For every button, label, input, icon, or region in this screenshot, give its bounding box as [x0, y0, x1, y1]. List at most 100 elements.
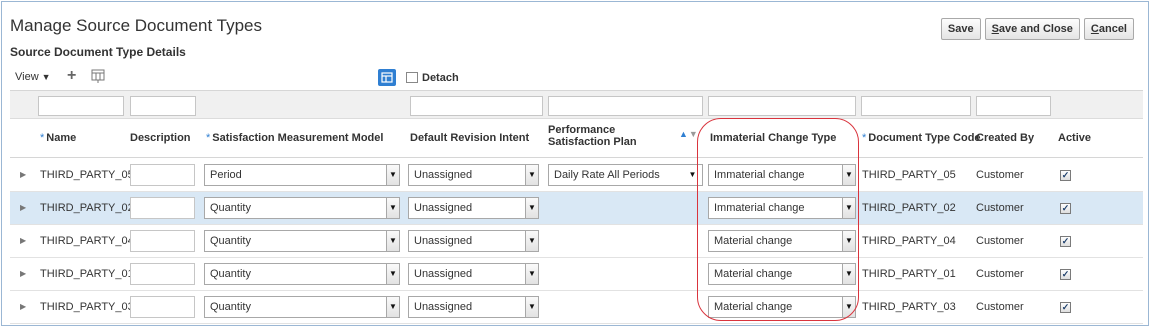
name-cell: THIRD_PARTY_04 — [40, 235, 134, 247]
sort-descending-icon[interactable]: ▼ — [689, 129, 699, 139]
document-type-code-cell: THIRD_PARTY_03 — [862, 301, 956, 313]
immaterial-change-value: Material change — [714, 235, 793, 247]
table-row[interactable]: ▶ THIRD_PARTY_04 Quantity ▼ Unassigned ▼ Mater… — [10, 225, 1143, 258]
description-input[interactable] — [130, 296, 195, 318]
expand-row-icon[interactable]: ▶ — [20, 236, 26, 245]
performance-plan-value: Daily Rate All Periods — [554, 169, 660, 181]
filter-immaterial-change-input[interactable] — [708, 96, 856, 116]
revision-intent-select[interactable]: Unassigned ▼ — [408, 197, 539, 219]
dropdown-arrow-icon[interactable]: ▼ — [842, 231, 855, 251]
header-active[interactable]: Active — [1058, 132, 1091, 144]
satisfaction-model-value: Period — [210, 169, 242, 181]
header-satisfaction-model-label: Satisfaction Measurement Model — [212, 132, 384, 144]
filter-performance-plan-input[interactable] — [548, 96, 703, 116]
dropdown-arrow-icon[interactable]: ▼ — [842, 198, 855, 218]
header-revision-intent[interactable]: Default Revision Intent — [410, 132, 529, 144]
table-row[interactable]: ▶ THIRD_PARTY_02 Quantity ▼ Unassigned ▼ Immat… — [10, 192, 1143, 225]
immaterial-change-select[interactable]: Material change ▼ — [708, 296, 856, 318]
active-checkbox[interactable]: ✓ — [1060, 269, 1071, 280]
dropdown-arrow-icon[interactable]: ▼ — [525, 198, 538, 218]
dropdown-arrow-icon[interactable]: ▼ — [525, 231, 538, 251]
filter-document-type-code-input[interactable] — [861, 96, 971, 116]
dropdown-arrow-icon[interactable]: ▼ — [842, 264, 855, 284]
column-headers: * Name Description * Satisfaction Measurem… — [10, 120, 1143, 158]
dropdown-arrow-icon[interactable]: ▼ — [386, 297, 399, 317]
columns-icon[interactable] — [91, 69, 105, 83]
filter-revision-intent-input[interactable] — [410, 96, 543, 116]
dropdown-arrow-icon[interactable]: ▼ — [386, 231, 399, 251]
active-checkbox[interactable]: ✓ — [1060, 302, 1071, 313]
active-checkbox[interactable]: ✓ — [1060, 203, 1071, 214]
immaterial-change-value: Immaterial change — [714, 169, 805, 181]
dropdown-arrow-icon[interactable]: ▼ — [386, 165, 399, 185]
filter-created-by-input[interactable] — [976, 96, 1051, 116]
active-checkbox[interactable]: ✓ — [1060, 170, 1071, 181]
document-type-code-cell: THIRD_PARTY_04 — [862, 235, 956, 247]
filter-name-input[interactable] — [38, 96, 124, 116]
document-type-code-cell: THIRD_PARTY_01 — [862, 268, 956, 280]
cancel-button[interactable]: Cancel — [1083, 18, 1134, 40]
save-button[interactable]: Save — [940, 18, 981, 40]
expand-row-icon[interactable]: ▶ — [20, 203, 26, 212]
expand-row-icon[interactable]: ▶ — [20, 170, 26, 179]
save-and-close-button[interactable]: Save and Close — [984, 18, 1080, 40]
immaterial-change-select[interactable]: Immaterial change ▼ — [708, 164, 856, 186]
dropdown-arrow-icon[interactable]: ▼ — [386, 198, 399, 218]
satisfaction-model-select[interactable]: Quantity ▼ — [204, 197, 400, 219]
dropdown-arrow-icon[interactable]: ▼ — [842, 165, 855, 185]
description-input[interactable] — [130, 230, 195, 252]
revision-intent-select[interactable]: Unassigned ▼ — [408, 263, 539, 285]
description-input[interactable] — [130, 197, 195, 219]
freeze-icon[interactable] — [378, 69, 396, 86]
satisfaction-model-select[interactable]: Quantity ▼ — [204, 230, 400, 252]
dropdown-arrow-icon[interactable]: ▼ — [842, 297, 855, 317]
satisfaction-model-select[interactable]: Period ▼ — [204, 164, 400, 186]
header-name[interactable]: * Name — [40, 132, 76, 144]
filter-description-input[interactable] — [130, 96, 196, 116]
created-by-cell: Customer — [976, 301, 1024, 313]
revision-intent-select[interactable]: Unassigned ▼ — [408, 164, 539, 186]
revision-intent-value: Unassigned — [414, 268, 473, 280]
created-by-cell: Customer — [976, 235, 1024, 247]
revision-intent-select[interactable]: Unassigned ▼ — [408, 296, 539, 318]
header-document-type-code[interactable]: * Document Type Code — [862, 132, 981, 144]
header-description[interactable]: Description — [130, 132, 191, 144]
save-and-close-mnemonic: S — [991, 23, 999, 35]
revision-intent-select[interactable]: Unassigned ▼ — [408, 230, 539, 252]
sort-ascending-icon[interactable]: ▲ — [679, 129, 689, 139]
table-row[interactable]: ▶ THIRD_PARTY_05 Period ▼ Unassigned ▼ Daily R… — [10, 159, 1143, 192]
view-menu-label: View — [15, 71, 39, 83]
satisfaction-model-select[interactable]: Quantity ▼ — [204, 263, 400, 285]
expand-row-icon[interactable]: ▶ — [20, 302, 26, 311]
action-buttons: Save Save and Close Cancel — [940, 18, 1134, 40]
immaterial-change-select[interactable]: Material change ▼ — [708, 230, 856, 252]
dropdown-arrow-icon[interactable]: ▼ — [525, 297, 538, 317]
performance-plan-select[interactable]: Daily Rate All Periods ▼ — [548, 164, 703, 186]
sort-icons[interactable]: ▲▼ — [679, 129, 699, 139]
detach-button[interactable]: Detach — [422, 72, 459, 84]
dropdown-arrow-icon[interactable]: ▼ — [525, 264, 538, 284]
dropdown-arrow-icon[interactable]: ▼ — [525, 165, 538, 185]
chevron-down-icon: ▼ — [41, 72, 51, 82]
expand-row-icon[interactable]: ▶ — [20, 269, 26, 278]
view-menu[interactable]: View ▼ — [15, 71, 51, 83]
satisfaction-model-value: Quantity — [210, 235, 251, 247]
immaterial-change-select[interactable]: Material change ▼ — [708, 263, 856, 285]
header-satisfaction-model[interactable]: * Satisfaction Measurement Model — [206, 132, 383, 144]
dropdown-arrow-icon[interactable]: ▼ — [686, 165, 699, 185]
active-checkbox[interactable]: ✓ — [1060, 236, 1071, 247]
detach-icon[interactable] — [406, 72, 418, 83]
immaterial-change-select[interactable]: Immaterial change ▼ — [708, 197, 856, 219]
header-created-by[interactable]: Created By — [976, 132, 1034, 144]
name-cell: THIRD_PARTY_03 — [40, 301, 134, 313]
header-performance-plan[interactable]: Performance Satisfaction Plan — [548, 124, 673, 148]
header-immaterial-change[interactable]: Immaterial Change Type — [710, 132, 836, 144]
add-icon[interactable]: + — [67, 67, 76, 85]
satisfaction-model-select[interactable]: Quantity ▼ — [204, 296, 400, 318]
description-input[interactable] — [130, 263, 195, 285]
dropdown-arrow-icon[interactable]: ▼ — [386, 264, 399, 284]
table-row[interactable]: ▶ THIRD_PARTY_03 Quantity ▼ Unassigned ▼ Mater… — [10, 291, 1143, 324]
table-row[interactable]: ▶ THIRD_PARTY_01 Quantity ▼ Unassigned ▼ Mater… — [10, 258, 1143, 291]
revision-intent-value: Unassigned — [414, 169, 473, 181]
description-input[interactable] — [130, 164, 195, 186]
